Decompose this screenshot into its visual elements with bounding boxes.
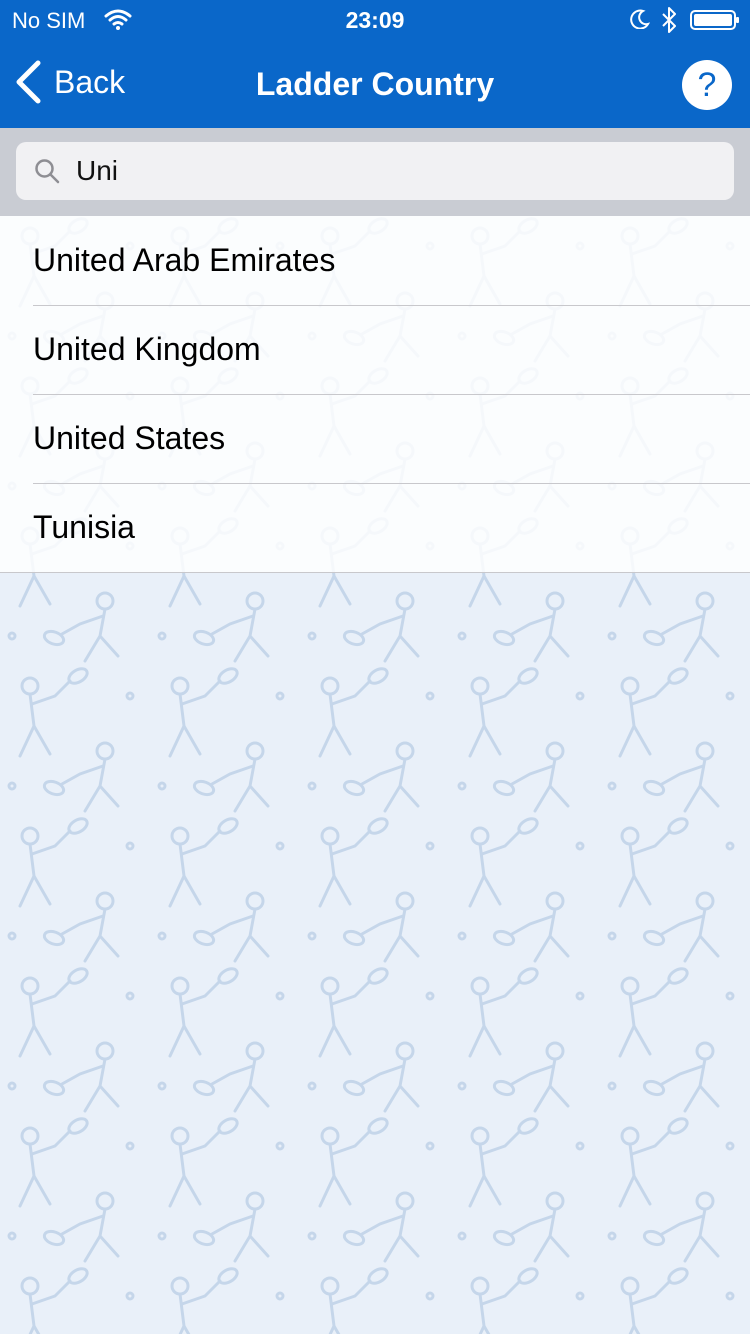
navigation-bar: Back Ladder Country ? [0, 40, 750, 128]
bluetooth-icon [662, 7, 676, 33]
country-name: United Kingdom [33, 331, 261, 367]
list-item[interactable]: United States [0, 394, 750, 483]
moon-icon [630, 9, 650, 29]
magnifier-icon [35, 159, 60, 184]
search-bar [0, 128, 750, 216]
search-field[interactable] [16, 142, 734, 200]
help-button[interactable]: ? [682, 60, 732, 110]
battery-icon [690, 10, 739, 30]
question-circle-icon: ? [697, 65, 717, 104]
list-item[interactable]: United Kingdom [0, 305, 750, 394]
list-item[interactable]: United Arab Emirates [0, 216, 750, 305]
country-name: United States [33, 420, 226, 456]
search-input[interactable] [76, 150, 716, 192]
country-name: Tunisia [33, 509, 135, 545]
page-title: Ladder Country [255, 66, 495, 102]
country-list: United Arab Emirates United Kingdom Unit… [0, 216, 750, 573]
list-item[interactable]: Tunisia [0, 483, 750, 572]
status-bar: No SIM 23:09 [0, 0, 750, 40]
top-bar: No SIM 23:09 Back Ladder Country ? [0, 0, 750, 128]
country-name: United Arab Emirates [33, 242, 336, 278]
